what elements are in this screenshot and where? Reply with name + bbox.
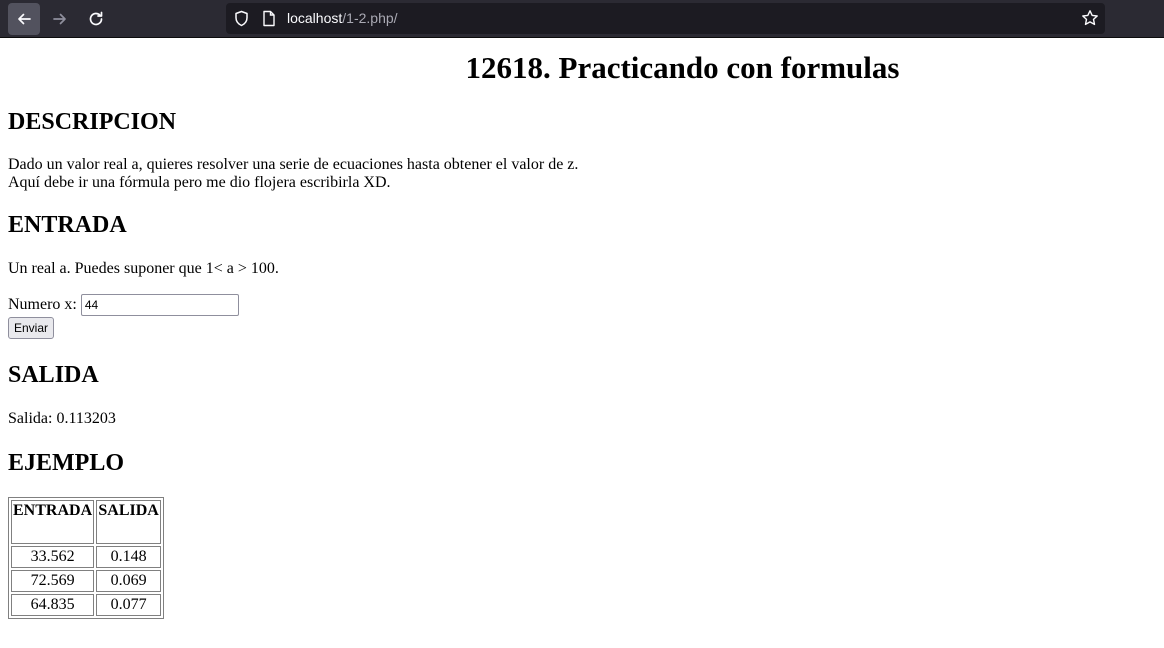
url-text[interactable]: localhost/1-2.php/ — [287, 10, 398, 26]
table-cell-salida: 0.148 — [96, 546, 162, 568]
column-header-salida: SALIDA — [96, 500, 162, 544]
salida-heading: SALIDA — [8, 362, 99, 388]
table-cell-salida: 0.077 — [96, 594, 162, 616]
descripcion-line-1: Dado un valor real a, quieres resolver u… — [8, 156, 579, 173]
descripcion-heading: DESCRIPCION — [8, 109, 177, 135]
entrada-text: Un real a. Puedes suponer que 1< a > 100… — [8, 260, 279, 277]
back-button[interactable] — [8, 2, 40, 35]
table-cell-entrada: 72.569 — [11, 570, 95, 592]
descripcion-text: Dado un valor real a, quieres resolver u… — [8, 156, 1156, 192]
table-row: 33.562 0.148 — [11, 546, 162, 568]
bookmark-star-icon[interactable] — [1081, 9, 1099, 27]
submit-button[interactable]: Enviar — [8, 317, 55, 339]
url-host: localhost — [287, 10, 343, 26]
example-table: ENTRADA SALIDA 33.562 0.148 72.569 0.069… — [8, 497, 165, 619]
table-row: 64.835 0.077 — [11, 594, 162, 616]
entrada-heading: ENTRADA — [8, 212, 127, 238]
arrow-left-icon — [18, 13, 31, 24]
table-header-row: ENTRADA SALIDA — [11, 500, 162, 544]
number-input[interactable] — [80, 294, 239, 316]
descripcion-line-2: Aquí debe ir una fórmula pero me dio flo… — [8, 174, 391, 191]
number-form: Numero x: Enviar — [8, 294, 1156, 339]
reload-button[interactable] — [80, 3, 112, 35]
table-cell-entrada: 64.835 — [11, 594, 95, 616]
address-bar[interactable]: localhost/1-2.php/ — [226, 3, 1105, 34]
page-content: 12618. Practicando con formulas DESCRIPC… — [0, 50, 1164, 619]
table-row: 72.569 0.069 — [11, 570, 162, 592]
ejemplo-heading: EJEMPLO — [8, 450, 125, 476]
arrow-right-icon — [53, 13, 66, 24]
table-cell-entrada: 33.562 — [11, 546, 95, 568]
page-icon[interactable] — [261, 10, 277, 27]
column-header-entrada: ENTRADA — [11, 500, 95, 544]
salida-text: Salida: 0.113203 — [8, 410, 116, 427]
shield-icon[interactable] — [233, 10, 250, 27]
table-cell-salida: 0.069 — [96, 570, 162, 592]
url-path: /1-2.php/ — [342, 10, 398, 26]
reload-icon — [89, 11, 103, 25]
browser-toolbar: localhost/1-2.php/ — [0, 0, 1164, 38]
forward-button[interactable] — [44, 3, 76, 35]
number-label: Numero x: — [8, 296, 77, 313]
page-title: 12618. Practicando con formulas — [465, 50, 900, 85]
